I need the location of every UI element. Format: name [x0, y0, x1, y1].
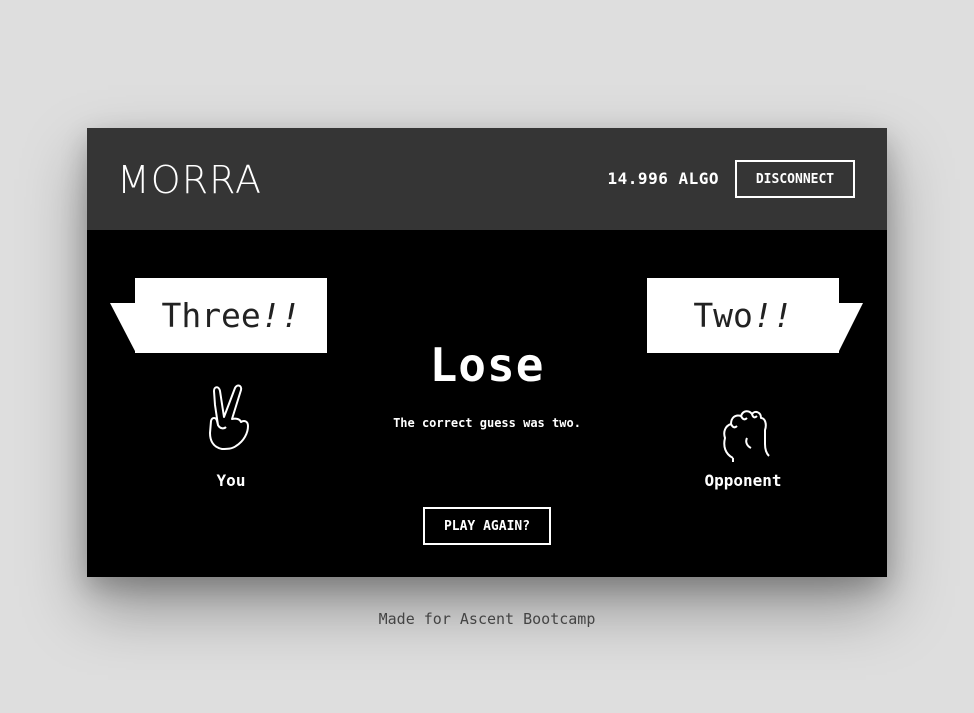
header-bar: MORRA 14.996 ALGO DISCONNECT: [87, 128, 887, 230]
your-guess-banner: Three!!: [135, 278, 327, 353]
player-label-opponent: Opponent: [704, 471, 782, 490]
speech-tail-right: [838, 303, 863, 353]
result-message-prefix: The correct guess was: [393, 416, 553, 430]
opponent-guess-banner: Two!!: [647, 278, 839, 353]
opponent-guess-text: Two: [693, 296, 753, 335]
speech-tail-left: [110, 303, 136, 353]
opponent-guess-exclamation: !!: [752, 296, 793, 335]
fist-hand-icon: [723, 410, 770, 462]
wallet-balance: 14.996 ALGO: [607, 169, 719, 188]
play-again-button[interactable]: PLAY AGAIN?: [423, 507, 551, 545]
app-logo: MORRA: [117, 158, 262, 202]
your-guess-exclamation: !!: [260, 296, 301, 335]
footer-credit: Made for Ascent Bootcamp: [378, 610, 596, 628]
result-title: Lose: [429, 338, 545, 392]
result-message: The correct guess was two.: [287, 416, 687, 430]
game-card: MORRA 14.996 ALGO DISCONNECT Three!! Two…: [87, 128, 887, 577]
result-message-suffix: .: [573, 416, 581, 430]
two-fingers-hand-icon: [209, 384, 249, 450]
player-label-you: You: [216, 471, 246, 490]
disconnect-button[interactable]: DISCONNECT: [735, 160, 855, 198]
correct-guess-value: two: [552, 416, 574, 430]
your-guess-text: Three: [161, 296, 261, 335]
